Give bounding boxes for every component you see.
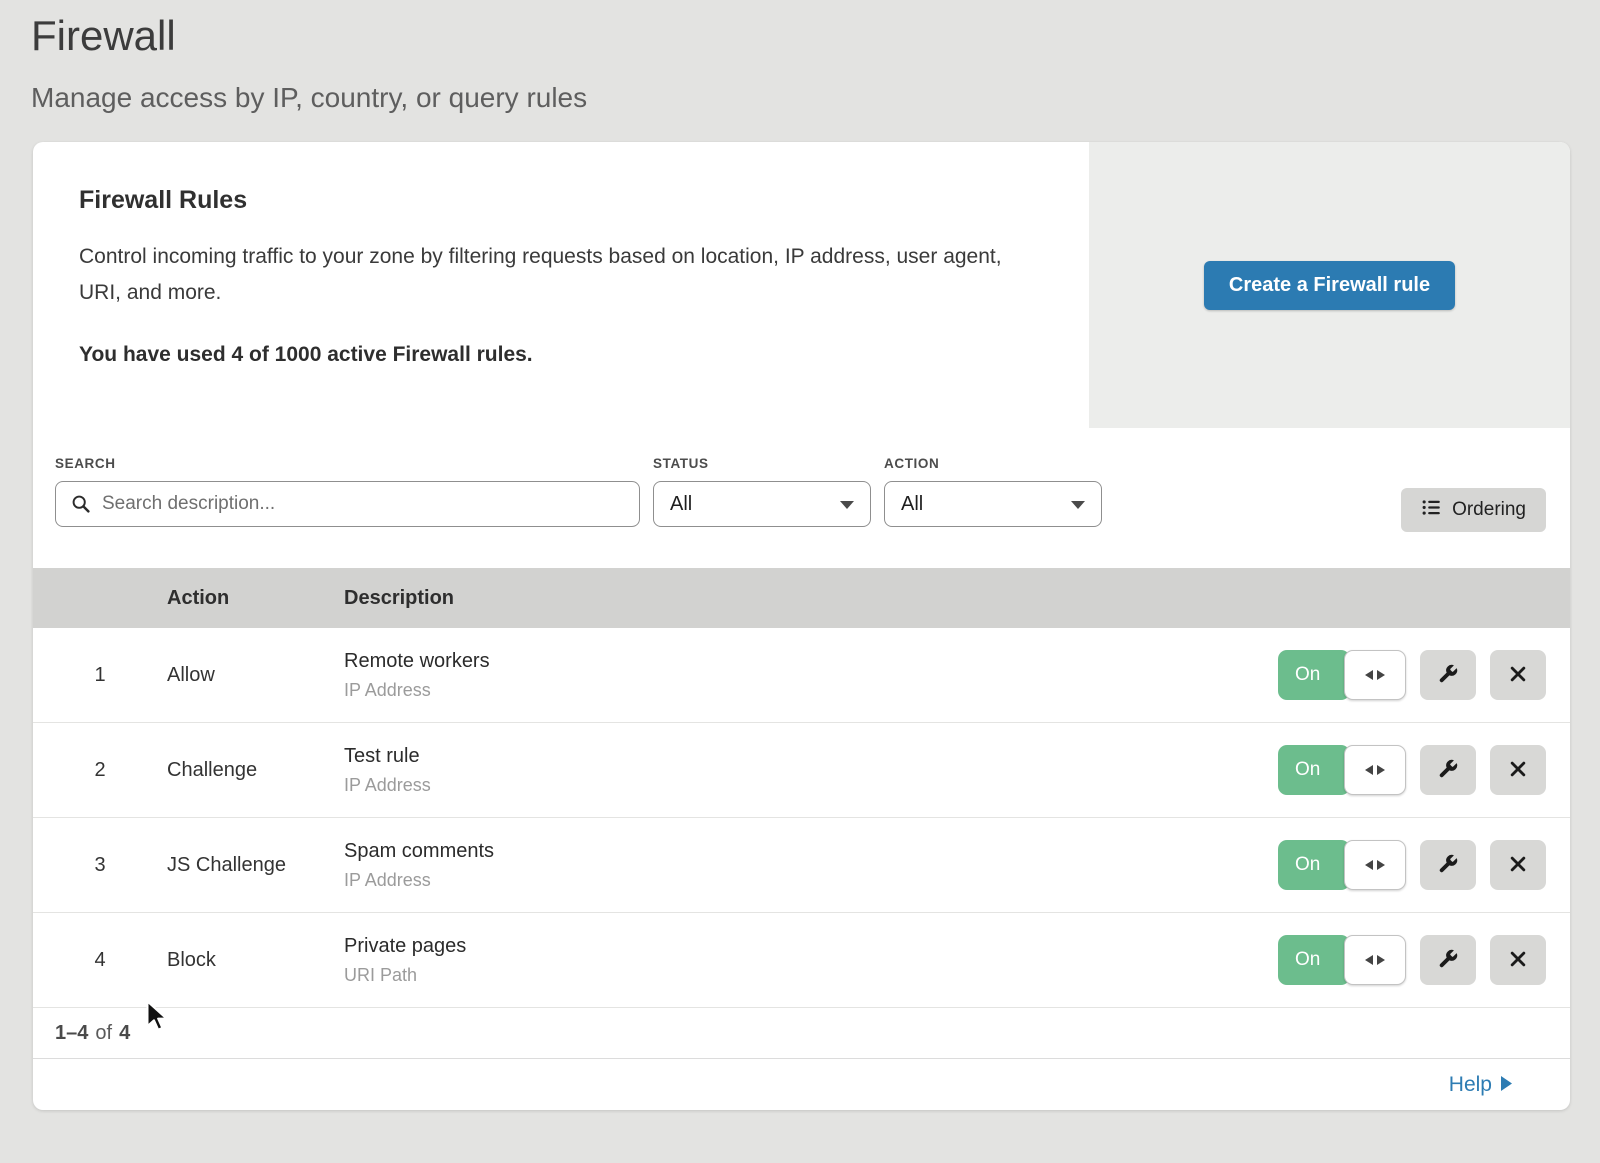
edit-rule-button[interactable] <box>1420 650 1476 700</box>
page-subtitle: Manage access by IP, country, or query r… <box>31 82 1600 114</box>
table-row: 1 Allow Remote workers IP Address On <box>33 628 1570 723</box>
status-filter-group: STATUS All <box>653 456 871 527</box>
rule-description: Remote workers <box>344 650 1278 673</box>
search-input[interactable] <box>55 481 640 527</box>
edit-rule-button[interactable] <box>1420 840 1476 890</box>
help-link-label: Help <box>1449 1073 1492 1097</box>
toggle-knob[interactable] <box>1344 935 1406 985</box>
rules-summary-section: Firewall Rules Control incoming traffic … <box>33 142 1570 428</box>
table-header: Action Description <box>33 568 1570 628</box>
status-label: STATUS <box>653 456 871 471</box>
pagination-total: 4 <box>119 1022 130 1045</box>
left-right-arrows-icon <box>1364 759 1386 782</box>
rule-controls: On <box>1278 650 1570 700</box>
search-label: SEARCH <box>55 456 640 471</box>
arrow-right-icon <box>1501 1073 1512 1097</box>
edit-rule-button[interactable] <box>1420 935 1476 985</box>
chevron-down-icon <box>840 501 854 509</box>
left-right-arrows-icon <box>1364 949 1386 972</box>
search-icon <box>70 493 91 519</box>
rule-controls: On <box>1278 745 1570 795</box>
rule-description: Private pages <box>344 935 1278 958</box>
rule-action: Allow <box>167 664 344 687</box>
pagination: 1–4 of 4 <box>33 1008 1570 1058</box>
toggle-knob[interactable] <box>1344 650 1406 700</box>
toggle-knob[interactable] <box>1344 745 1406 795</box>
firewall-rules-card: Firewall Rules Control incoming traffic … <box>33 142 1570 1110</box>
table-row: 4 Block Private pages URI Path On <box>33 913 1570 1008</box>
status-select[interactable]: All <box>653 481 871 527</box>
action-filter-group: ACTION All <box>884 456 1102 527</box>
search-filter-group: SEARCH <box>55 456 640 527</box>
page-title: Firewall <box>31 12 1600 60</box>
edit-rule-button[interactable] <box>1420 745 1476 795</box>
toggle-on-label: On <box>1278 745 1350 795</box>
table-row: 3 JS Challenge Spam comments IP Address … <box>33 818 1570 913</box>
rule-description: Spam comments <box>344 840 1278 863</box>
ordering-button[interactable]: Ordering <box>1401 488 1546 532</box>
action-label: ACTION <box>884 456 1102 471</box>
chevron-down-icon <box>1071 501 1085 509</box>
delete-rule-button[interactable] <box>1490 840 1546 890</box>
close-icon <box>1508 854 1528 877</box>
left-right-arrows-icon <box>1364 664 1386 687</box>
card-footer: Help <box>33 1058 1570 1110</box>
rule-enabled-toggle[interactable]: On <box>1278 840 1406 890</box>
rule-action: JS Challenge <box>167 854 344 877</box>
help-link[interactable]: Help <box>1449 1073 1512 1097</box>
description-column-header: Description <box>344 587 1570 610</box>
toggle-on-label: On <box>1278 650 1350 700</box>
rule-match-field: IP Address <box>344 680 1278 701</box>
toggle-knob[interactable] <box>1344 840 1406 890</box>
rule-enabled-toggle[interactable]: On <box>1278 650 1406 700</box>
rule-priority: 4 <box>33 949 167 972</box>
pagination-separator: of <box>95 1022 112 1045</box>
search-field-wrapper <box>55 481 640 527</box>
rule-enabled-toggle[interactable]: On <box>1278 745 1406 795</box>
usage-note: You have used 4 of 1000 active Firewall … <box>79 343 1029 367</box>
rule-enabled-toggle[interactable]: On <box>1278 935 1406 985</box>
delete-rule-button[interactable] <box>1490 745 1546 795</box>
ordered-list-icon <box>1421 497 1442 524</box>
rule-action: Block <box>167 949 344 972</box>
ordering-button-label: Ordering <box>1452 499 1526 521</box>
close-icon <box>1508 664 1528 687</box>
close-icon <box>1508 949 1528 972</box>
wrench-icon <box>1437 853 1459 878</box>
table-row: 2 Challenge Test rule IP Address On <box>33 723 1570 818</box>
rule-priority: 2 <box>33 759 167 782</box>
create-rule-panel: Create a Firewall rule <box>1089 142 1570 428</box>
close-icon <box>1508 759 1528 782</box>
wrench-icon <box>1437 663 1459 688</box>
wrench-icon <box>1437 758 1459 783</box>
rule-priority: 1 <box>33 664 167 687</box>
delete-rule-button[interactable] <box>1490 935 1546 985</box>
pagination-range: 1–4 <box>55 1022 88 1045</box>
action-selected-value: All <box>901 493 923 516</box>
card-description: Control incoming traffic to your zone by… <box>79 239 1029 311</box>
rules-summary-text: Firewall Rules Control incoming traffic … <box>33 142 1089 428</box>
action-column-header: Action <box>167 587 344 610</box>
toggle-on-label: On <box>1278 935 1350 985</box>
rule-match-field: IP Address <box>344 775 1278 796</box>
status-selected-value: All <box>670 493 692 516</box>
toggle-on-label: On <box>1278 840 1350 890</box>
rule-match-field: IP Address <box>344 870 1278 891</box>
card-heading: Firewall Rules <box>79 186 1029 215</box>
page-header: Firewall Manage access by IP, country, o… <box>0 0 1600 114</box>
rule-description: Test rule <box>344 745 1278 768</box>
filters-bar: SEARCH STATUS All ACTION All <box>33 428 1570 568</box>
left-right-arrows-icon <box>1364 854 1386 877</box>
rule-action: Challenge <box>167 759 344 782</box>
delete-rule-button[interactable] <box>1490 650 1546 700</box>
rule-controls: On <box>1278 840 1570 890</box>
rule-priority: 3 <box>33 854 167 877</box>
rule-match-field: URI Path <box>344 965 1278 986</box>
create-firewall-rule-button[interactable]: Create a Firewall rule <box>1204 261 1455 310</box>
wrench-icon <box>1437 948 1459 973</box>
rule-controls: On <box>1278 935 1570 985</box>
action-select[interactable]: All <box>884 481 1102 527</box>
